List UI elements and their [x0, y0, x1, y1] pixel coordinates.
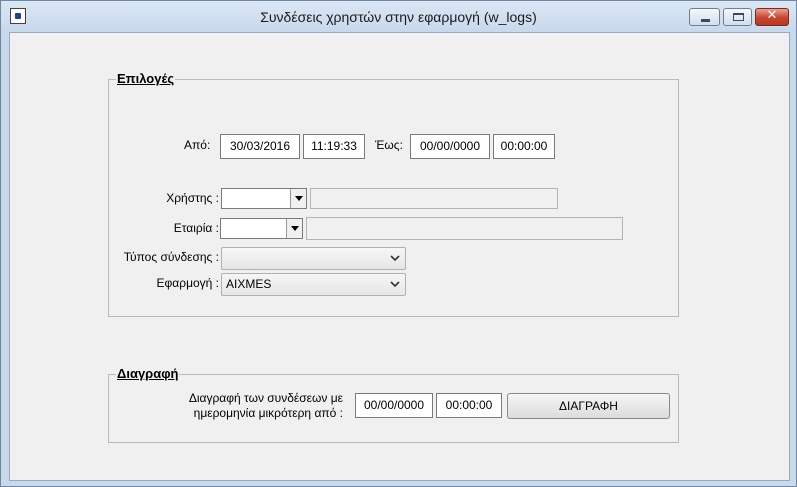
company-name-field — [306, 217, 623, 240]
options-group-title: Επιλογές — [116, 71, 176, 86]
application-dropdown[interactable]: AIXMES — [221, 273, 406, 296]
delete-group-title: Διαγραφή — [116, 366, 180, 381]
delete-group: Διαγραφή Διαγραφή των συνδέσεων με ημερο… — [108, 366, 679, 443]
user-code-combo[interactable] — [221, 188, 307, 209]
connection-type-label: Τύπος σύνδεσης : — [123, 250, 219, 264]
company-code-combo[interactable] — [220, 218, 303, 239]
delete-date-field[interactable]: 00/00/0000 — [355, 393, 433, 418]
chevron-down-icon[interactable] — [290, 189, 306, 208]
to-label: Έως: — [375, 138, 403, 152]
close-button[interactable]: ✕ — [755, 8, 789, 26]
delete-button[interactable]: ΔΙΑΓΡΑΦΗ — [507, 393, 670, 419]
from-time-field[interactable]: 11:19:33 — [303, 134, 365, 159]
chevron-down-icon — [390, 255, 400, 262]
user-name-field — [310, 188, 558, 209]
chevron-down-icon — [390, 281, 400, 288]
application-label: Εφαρμογή : — [156, 276, 219, 290]
window-title: Συνδέσεις χρηστών στην εφαρμογή (w_logs) — [260, 9, 537, 25]
title-bar[interactable]: Συνδέσεις χρηστών στην εφαρμογή (w_logs)… — [1, 1, 796, 32]
from-date-field[interactable]: 30/03/2016 — [220, 134, 300, 159]
to-date-field[interactable]: 00/00/0000 — [410, 134, 490, 159]
minimize-button[interactable] — [689, 8, 720, 26]
close-icon: ✕ — [766, 8, 778, 23]
logs-window: Συνδέσεις χρηστών στην εφαρμογή (w_logs)… — [0, 0, 797, 487]
connection-type-dropdown[interactable] — [221, 247, 406, 270]
minimize-icon — [701, 19, 710, 22]
application-value: AIXMES — [226, 277, 272, 291]
chevron-down-icon[interactable] — [286, 219, 302, 238]
maximize-button[interactable] — [723, 8, 752, 26]
delete-description-line1: Διαγραφή των συνδέσεων με — [188, 391, 343, 405]
user-label: Χρήστης : — [166, 191, 219, 205]
company-label: Εταιρία : — [173, 221, 219, 235]
delete-time-field[interactable]: 00:00:00 — [436, 393, 502, 418]
delete-description-line2: ημερομηνία μικρότερη από : — [193, 406, 343, 420]
to-time-field[interactable]: 00:00:00 — [493, 134, 555, 159]
maximize-icon — [733, 13, 744, 21]
options-group: Επιλογές Από: 30/03/2016 11:19:33 Έως: 0… — [108, 71, 679, 317]
from-label: Από: — [184, 138, 211, 152]
window-client-area: Επιλογές Από: 30/03/2016 11:19:33 Έως: 0… — [9, 32, 790, 481]
